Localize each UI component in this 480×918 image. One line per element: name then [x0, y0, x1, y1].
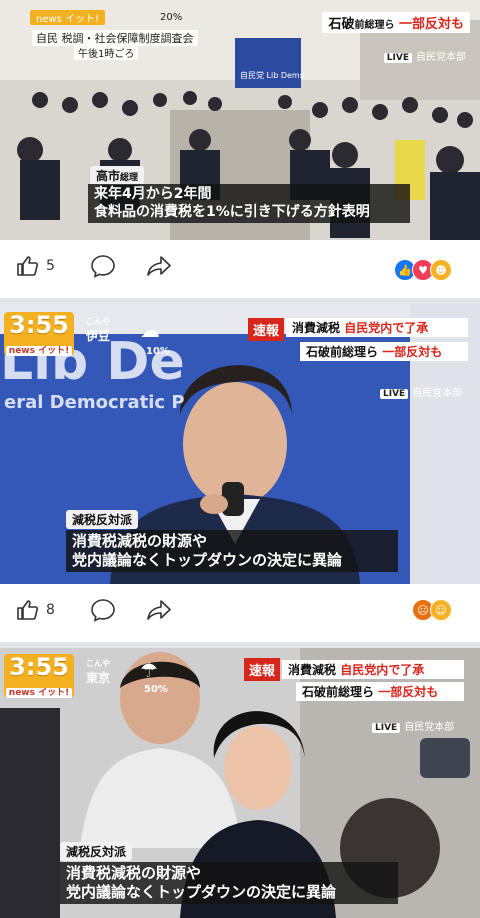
- backdrop-sub: eral Democratic P: [4, 392, 185, 413]
- brand-logo-text: news イット!: [36, 14, 100, 25]
- post1-video-frame[interactable]: news イット! 20% 石破前総理ら 一部反対も 自民 税調・社会保障制度調…: [0, 0, 480, 240]
- live-indicator: LIVE 自民党本部: [383, 48, 466, 63]
- like-icon: [17, 600, 39, 620]
- breaking-news-badge: 速報: [244, 658, 281, 681]
- time-label: 午後1時ごろ: [74, 45, 139, 60]
- clock-badge: 3:55 news イット!: [4, 312, 74, 356]
- weather-widget: こんや 東京: [86, 659, 111, 685]
- share-button[interactable]: [146, 254, 172, 278]
- meeting-label: 自民 税調・社会保障制度調査会: [32, 30, 198, 46]
- headline-line1: 消費減税 自民党内で了承: [282, 660, 464, 679]
- speaker-name-tag: 減税反対派: [66, 510, 139, 529]
- top-right-headline: 石破前総理ら 一部反対も: [322, 12, 470, 33]
- weather-percent: 10%: [146, 346, 170, 357]
- comment-icon: [91, 599, 115, 622]
- care-reaction-icon: ☻: [430, 259, 452, 281]
- share-icon: [147, 600, 171, 620]
- news-subtitle: 消費税減税の財源や 党内議論なくトップダウンの決定に異論: [60, 862, 398, 904]
- comment-icon: [91, 255, 115, 278]
- like-count: 8: [46, 602, 55, 618]
- breaking-news-badge: 速報: [248, 318, 285, 341]
- comment-button[interactable]: [90, 598, 116, 622]
- headline-line2: 石破前総理ら 一部反対も: [300, 342, 468, 361]
- post2-reactions[interactable]: ☹ ☺: [412, 599, 452, 621]
- news-subtitle: 消費税減税の財源や 党内議論なくトップダウンの決定に異論: [66, 530, 398, 572]
- like-button[interactable]: 8: [16, 598, 55, 622]
- top-brand: news イット!: [30, 10, 106, 25]
- like-button[interactable]: 5: [16, 254, 55, 278]
- like-count: 5: [46, 258, 55, 274]
- clock-badge: 3:55 news イット!: [4, 654, 74, 698]
- comment-button[interactable]: [90, 254, 116, 278]
- share-button[interactable]: [146, 598, 172, 622]
- live-indicator: LIVE 自民党本部: [380, 384, 462, 399]
- post2-video-frame[interactable]: Lib De eral Democratic P 3:55 news イット! …: [0, 304, 480, 584]
- live-indicator: LIVE 自民党本部: [372, 718, 454, 733]
- post1-action-bar: 5 👍 ♥ ☻: [0, 240, 480, 298]
- weather-cloud-icon: ☂: [140, 658, 158, 682]
- post2-action-bar: 8 ☹ ☺: [0, 584, 480, 642]
- news-subtitle: 来年4月から2年間 食料品の消費税を1%に引き下げる方針表明: [88, 184, 410, 223]
- weather-cloud-icon: ☁: [140, 318, 160, 342]
- share-icon: [147, 256, 171, 276]
- weather-widget: こんや 伊豆: [86, 317, 111, 343]
- like-icon: [17, 256, 39, 276]
- weather-percent: 50%: [144, 684, 168, 695]
- post1-reactions[interactable]: 👍 ♥ ☻: [394, 259, 452, 281]
- backdrop-logo: 自民党 Lib Dems: [240, 71, 304, 80]
- headline-line2: 石破前総理ら 一部反対も: [296, 682, 464, 701]
- speaker-name-tag: 高市総理: [90, 166, 145, 185]
- speaker-name-tag: 減税反対派: [60, 842, 133, 861]
- post3-video-frame[interactable]: 3:55 news イット! こんや 東京 ☂ 50% 速報 消費減税 自民党内…: [0, 648, 480, 918]
- haha-reaction-icon: ☺: [430, 599, 452, 621]
- headline-line1: 消費減税 自民党内で了承: [286, 318, 468, 337]
- top-percent: 20%: [160, 12, 183, 23]
